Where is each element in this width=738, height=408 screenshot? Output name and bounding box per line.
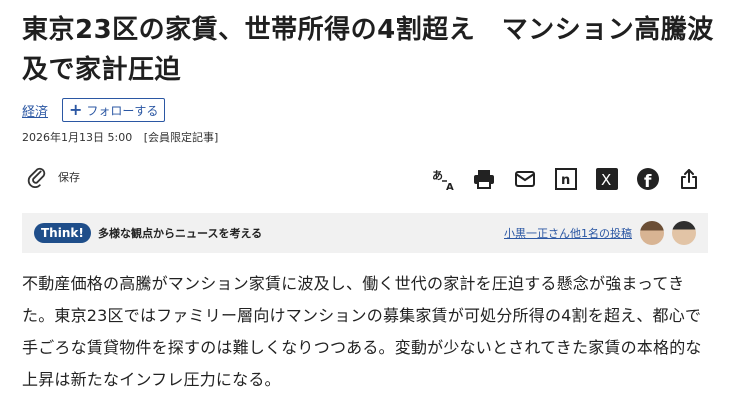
x-icon: X (596, 168, 618, 190)
article-toolbar: 保存 あ A n X f (22, 166, 706, 194)
print-button[interactable] (471, 166, 497, 192)
members-only-badge: [会員限定記事] (143, 131, 219, 144)
print-icon (474, 170, 494, 189)
fb-letter: f (644, 172, 652, 191)
mail-button[interactable] (512, 166, 538, 192)
svg-text:あ: あ (432, 169, 443, 182)
publish-date: 2026年1月13日 5:00 (22, 131, 133, 144)
share-icon (681, 169, 697, 189)
think-posts-link[interactable]: 小黒一正さん他1名の投稿 (504, 225, 632, 241)
note-icon: n (555, 168, 577, 190)
headline: 東京23区の家賃、世帯所得の4割超え マンション高騰波及で家計圧迫 (22, 15, 714, 85)
think-text: 多様な観点からニュースを考える (98, 227, 263, 240)
article-lead: 不動産価格の高騰がマンション家賃に波及し、働く世代の家計を圧迫する懸念が強まって… (22, 274, 702, 389)
save-button[interactable]: 保存 (26, 166, 80, 188)
x-share-button[interactable]: X (594, 166, 620, 192)
mail-icon (515, 171, 535, 187)
think-badge[interactable]: Think! (34, 223, 91, 243)
x-letter: X (601, 171, 611, 189)
facebook-share-button[interactable]: f (635, 166, 661, 192)
plus-icon: + (69, 100, 83, 119)
topic-row: 経済 + フォローする (22, 98, 166, 122)
save-label: 保存 (58, 171, 80, 184)
follow-button[interactable]: + フォローする (62, 98, 166, 122)
share-button[interactable] (676, 166, 702, 192)
share-tools: あ A n X f (430, 166, 702, 192)
think-bar: Think! 多様な観点からニュースを考える 小黒一正さん他1名の投稿 (22, 213, 708, 253)
note-letter: n (561, 173, 570, 188)
note-button[interactable]: n (553, 166, 579, 192)
commentator-avatar[interactable] (640, 221, 664, 245)
svg-text:A: A (446, 182, 454, 191)
translate-icon: あ A (432, 169, 454, 191)
commentator-avatar[interactable] (672, 221, 696, 245)
paperclip-icon (27, 167, 46, 188)
topic-link[interactable]: 経済 (22, 101, 48, 120)
follow-label: フォローする (86, 103, 159, 118)
meta-row: 2026年1月13日 5:00 [会員限定記事] (22, 129, 218, 145)
article-page: 東京23区の家賃、世帯所得の4割超え マンション高騰波及で家計圧迫 経済 + フ… (0, 0, 738, 408)
facebook-icon: f (637, 168, 659, 191)
translate-button[interactable]: あ A (430, 166, 456, 192)
